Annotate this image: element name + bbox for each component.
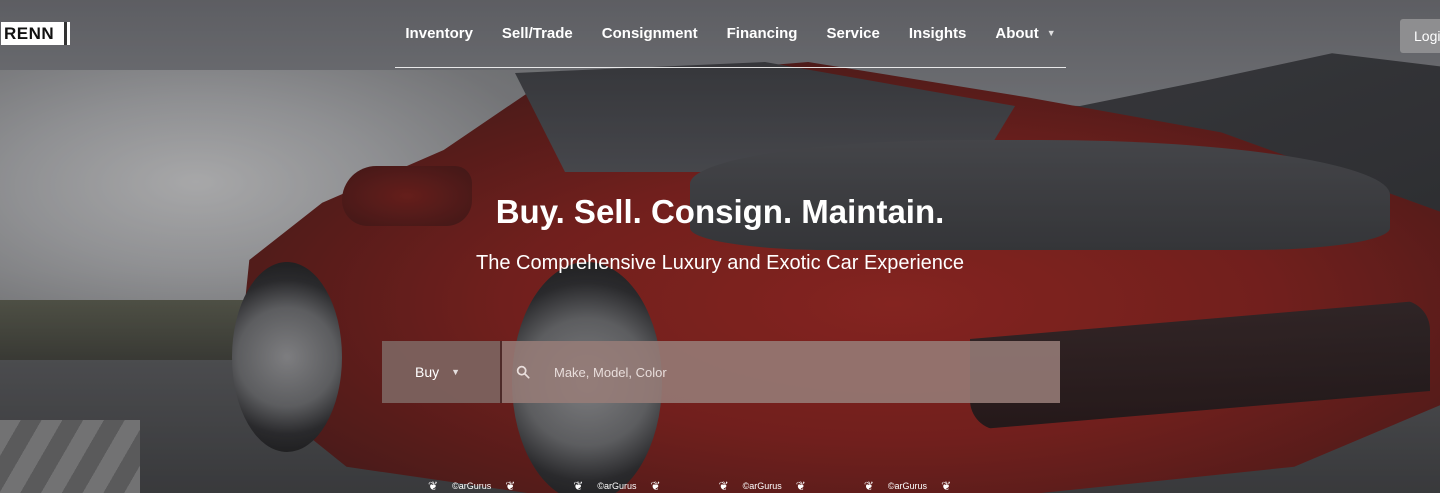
badge-text: ©arGurus [742,481,782,491]
login-button[interactable]: Logi [1400,19,1440,53]
hero-background [0,0,1440,493]
site-logo[interactable]: RENN [1,22,65,45]
search-bar: Buy ▼ [382,341,1060,403]
nav-item-about[interactable]: About ▼ [995,25,1055,42]
search-input[interactable] [552,363,1036,381]
search-icon [516,365,530,379]
laurel-icon: ❦ [863,479,874,493]
badge-text: ©arGurus [887,481,928,491]
chevron-down-icon: ▼ [1046,28,1056,38]
badge-text: ©arGurus [452,481,492,491]
laurel-icon: ❦ [428,479,439,493]
hero-subheadline: The Comprehensive Luxury and Exotic Car … [475,252,965,274]
cargurus-badge: ❦ ©arGurus ❦ [428,480,515,492]
hero-headline: Buy. Sell. Consign. Maintain. [495,193,945,230]
cargurus-badge: ❦ ©arGurus ❦ [864,480,951,492]
search-mode-select[interactable]: Buy ▼ [382,341,500,403]
search-mode-value: Buy [415,364,440,380]
main-nav: Inventory Sell/Trade Consignment Financi… [395,0,1066,68]
cargurus-badge: ❦ ©arGurus ❦ [719,480,806,492]
nav-item-inventory[interactable]: Inventory [405,25,473,42]
nav-item-sell-trade[interactable]: Sell/Trade [502,25,573,42]
cargurus-badge: ❦ ©arGurus ❦ [573,480,660,492]
nav-item-about-label: About [995,25,1039,42]
laurel-icon: ❦ [718,479,729,493]
laurel-icon: ❦ [795,479,806,493]
award-badges: ❦ ©arGurus ❦ ❦ ©arGurus ❦ ❦ ©arGurus ❦ ❦… [428,480,951,492]
search-field [502,341,1060,403]
nav-item-consignment[interactable]: Consignment [602,25,698,42]
laurel-icon: ❦ [505,479,516,493]
laurel-icon: ❦ [941,479,952,493]
hero-overlay [0,0,1440,493]
chevron-down-icon: ▼ [451,367,461,377]
badge-text: ©arGurus [597,481,637,491]
nav-item-insights[interactable]: Insights [909,25,967,42]
laurel-icon: ❦ [650,479,661,493]
nav-item-service[interactable]: Service [826,25,879,42]
nav-item-financing[interactable]: Financing [727,25,798,42]
laurel-icon: ❦ [573,479,584,493]
